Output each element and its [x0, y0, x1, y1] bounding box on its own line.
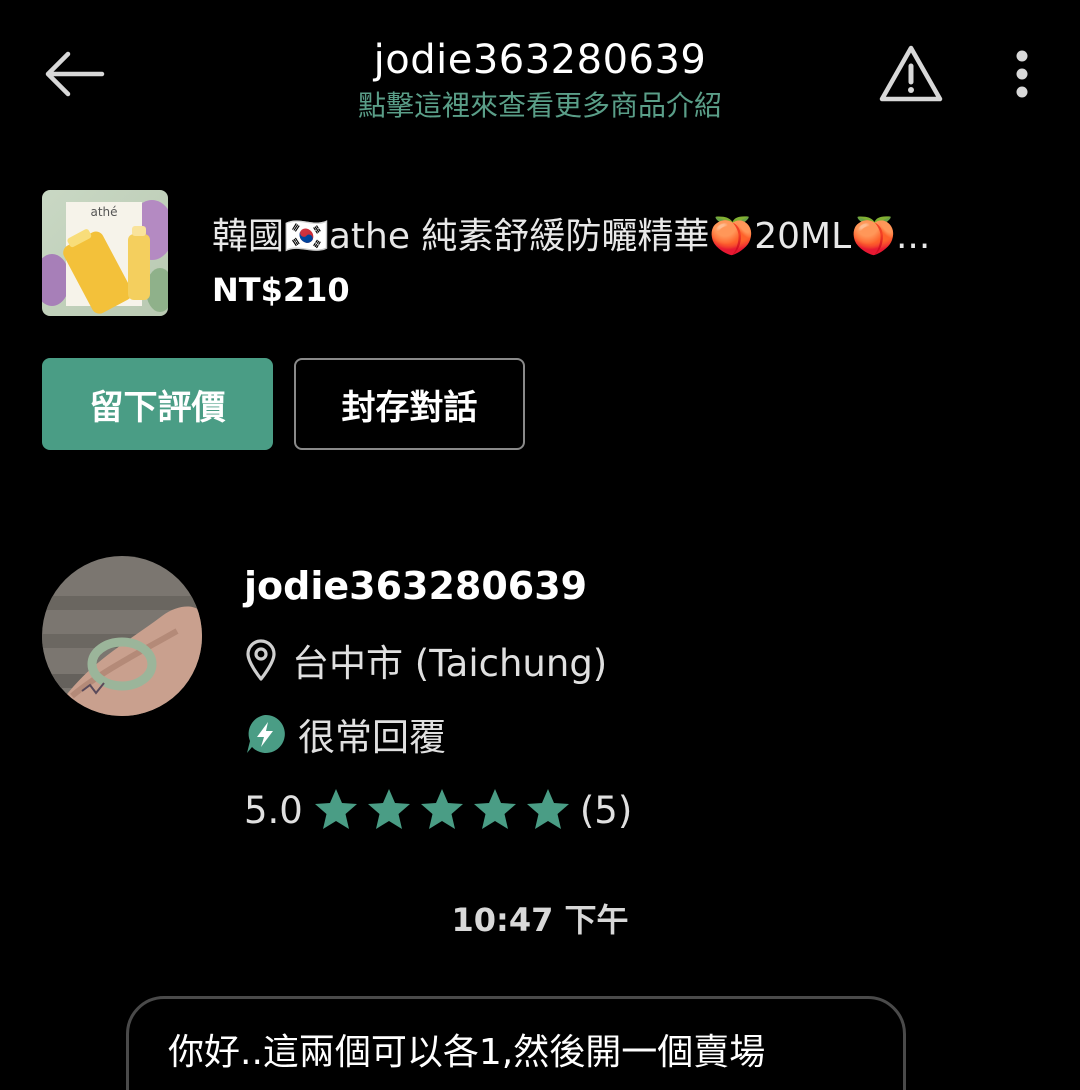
more-options-button[interactable] — [1000, 48, 1044, 100]
warning-triangle-icon — [879, 45, 943, 102]
seller-rating[interactable]: 5.0 (5) — [244, 784, 632, 836]
product-thumbnail[interactable]: athé — [42, 190, 168, 316]
leave-review-button[interactable]: 留下評價 — [42, 358, 273, 450]
star-icon — [473, 789, 516, 829]
archive-chat-button[interactable]: 封存對話 — [294, 358, 525, 450]
report-button[interactable] — [878, 44, 944, 104]
seller-location: 台中市 (Taichung) — [244, 634, 607, 686]
seller-name[interactable]: jodie363280639 — [244, 560, 587, 612]
star-icon — [420, 789, 463, 829]
lightning-bolt-icon — [247, 714, 285, 753]
seller-location-text: 台中市 (Taichung) — [292, 642, 608, 685]
more-vertical-icon — [1016, 50, 1028, 98]
product-title[interactable]: 韓國🇰🇷athe 純素舒緩防曬精華🍑20ML🍑... — [212, 212, 1042, 262]
seller-response-rate: 很常回覆 — [244, 708, 446, 760]
product-image: athé — [42, 190, 168, 316]
star-icon — [526, 789, 569, 829]
message-text: 你好..這兩個可以各1,然後開一個賣場 — [168, 1032, 766, 1073]
svg-text:athé: athé — [90, 205, 117, 219]
location-pin-icon — [246, 639, 276, 681]
product-price: NT$210 — [212, 271, 350, 309]
header-title: jodie363280639 — [373, 37, 707, 83]
header-subtitle-link[interactable]: 點擊這裡來查看更多商品介紹 — [240, 88, 840, 124]
seller-response-text: 很常回覆 — [298, 716, 446, 759]
rating-count: (5) — [579, 788, 633, 832]
back-button[interactable] — [40, 48, 106, 100]
chat-screen: jodie363280639 點擊這裡來查看更多商品介紹 athé 韓國🇰🇷at… — [0, 0, 1080, 1090]
star-icon — [314, 789, 357, 829]
rating-value: 5.0 — [244, 788, 303, 832]
message-timestamp: 10:47 下午 — [451, 901, 629, 939]
arrow-left-icon — [45, 51, 105, 97]
avatar-image — [42, 556, 202, 716]
header-title-area[interactable]: jodie363280639 點擊這裡來查看更多商品介紹 — [240, 34, 840, 124]
star-icon — [367, 789, 410, 829]
avatar[interactable] — [42, 556, 202, 716]
